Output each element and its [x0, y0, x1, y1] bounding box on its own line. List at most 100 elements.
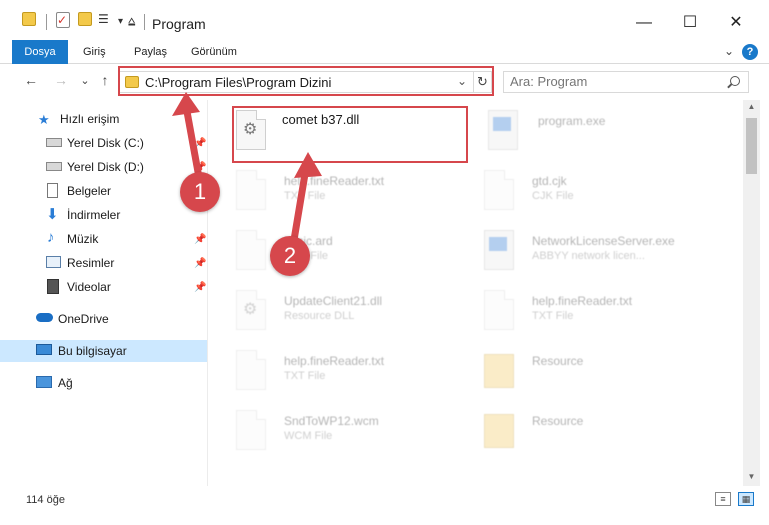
- help-icon[interactable]: ?: [742, 44, 758, 60]
- sidebar-item-pictures[interactable]: Resimler 📌: [0, 252, 207, 274]
- pin-icon[interactable]: 📌: [194, 282, 206, 293]
- pin-icon[interactable]: 📌: [194, 234, 206, 245]
- expand-ribbon-icon[interactable]: ⌄: [724, 44, 734, 58]
- file-type: TXT File: [284, 370, 326, 382]
- drive-icon: [46, 162, 62, 171]
- window-title: Program: [152, 16, 206, 32]
- file-item-txt[interactable]: help.fineReader.txt TXT File: [484, 290, 724, 346]
- back-button[interactable]: ←: [22, 72, 40, 88]
- vertical-scrollbar[interactable]: ▲ ▼: [743, 100, 760, 486]
- title-bar: ✓ ☰ ▾ ⩠ Program — ☐ ✕: [0, 0, 769, 40]
- folder-item-resource[interactable]: Resource: [484, 410, 724, 466]
- pictures-icon: [46, 256, 61, 268]
- large-icons-view-icon[interactable]: ▦: [738, 492, 754, 506]
- file-item-update-dll[interactable]: UpdateClient21.dll Resource DLL: [236, 290, 476, 346]
- file-type: Resource DLL: [284, 310, 355, 322]
- sidebar-item-local-disk-c[interactable]: Yerel Disk (C:) 📌: [0, 132, 207, 154]
- file-item-cjk[interactable]: gtd.cjk CJK File: [484, 170, 724, 226]
- sidebar-item-videos[interactable]: Videolar 📌: [0, 276, 207, 298]
- file-type: CJK File: [532, 190, 574, 202]
- download-icon: ⬇: [46, 206, 59, 223]
- sidebar-item-label: Hızlı erişim: [60, 112, 120, 126]
- file-item-license-server[interactable]: NetworkLicenseServer.exe ABBYY network l…: [484, 230, 724, 286]
- sidebar-item-onedrive[interactable]: OneDrive: [0, 308, 207, 330]
- search-box[interactable]: [503, 71, 749, 93]
- sidebar-item-music[interactable]: ♪ Müzik 📌: [0, 228, 207, 250]
- sidebar-item-quick-access[interactable]: ★ Hızlı erişim: [0, 108, 207, 130]
- sidebar-item-network[interactable]: Ağ: [0, 372, 207, 394]
- sidebar-item-documents[interactable]: Belgeler: [0, 180, 207, 202]
- folder-icon: [22, 12, 36, 26]
- file-name: help.fineReader.txt: [284, 174, 385, 188]
- tab-view[interactable]: Görünüm: [181, 40, 247, 64]
- video-icon: [47, 279, 59, 294]
- status-bar: 114 öğe ≡ ▦: [0, 486, 769, 525]
- tab-home[interactable]: Giriş: [73, 40, 116, 64]
- search-icon: [730, 76, 740, 86]
- computer-icon: [36, 344, 52, 355]
- view-options-icon[interactable]: ☰: [98, 12, 114, 26]
- file-name: UpdateClient21.dll: [284, 294, 383, 308]
- file-name: help.fineReader.txt: [284, 354, 385, 368]
- file-highlight-box: [232, 106, 468, 163]
- forward-button[interactable]: →: [52, 72, 70, 88]
- minimize-button[interactable]: —: [630, 10, 658, 38]
- file-item-txt[interactable]: help.fineReader.txt TXT File: [236, 170, 476, 226]
- item-count: 114 öğe: [26, 494, 65, 506]
- sidebar-item-downloads[interactable]: ⬇ İndirmeler: [0, 204, 207, 226]
- up-button[interactable]: ↑: [96, 72, 114, 88]
- file-name: gtd.cjk: [532, 174, 567, 188]
- scroll-down-icon[interactable]: ▼: [743, 472, 760, 484]
- properties-check-icon[interactable]: ✓: [56, 12, 70, 28]
- cloud-icon: [36, 313, 53, 322]
- file-name: program.exe: [538, 114, 606, 128]
- maximize-button[interactable]: ☐: [676, 10, 704, 38]
- sidebar-item-label: Ağ: [58, 376, 73, 390]
- new-folder-icon[interactable]: [78, 12, 92, 26]
- ard-file-icon: [236, 230, 266, 270]
- sidebar-item-label: Videolar: [67, 280, 111, 294]
- recent-locations-button[interactable]: ⌄: [76, 74, 94, 87]
- file-item-wcm[interactable]: SndToWP12.wcm WCM File: [236, 410, 476, 466]
- file-item-program-exe[interactable]: program.exe: [488, 110, 728, 166]
- exe-file-icon: [488, 110, 518, 150]
- star-icon: ★: [38, 112, 50, 127]
- separator: [144, 14, 145, 30]
- file-type: TXT File: [284, 190, 326, 202]
- txt-file-icon: [236, 170, 266, 210]
- search-input[interactable]: [510, 74, 710, 89]
- separator: [46, 14, 47, 30]
- sidebar-item-label: Bu bilgisayar: [58, 344, 127, 358]
- pin-icon[interactable]: 📌: [194, 138, 206, 149]
- documents-icon: [47, 183, 58, 198]
- sidebar-item-this-pc[interactable]: Bu bilgisayar: [0, 340, 207, 362]
- pin-icon[interactable]: 📌: [194, 258, 206, 269]
- tab-share[interactable]: Paylaş: [124, 40, 177, 64]
- txt-file-icon: [484, 290, 514, 330]
- scroll-up-icon[interactable]: ▲: [743, 102, 760, 114]
- network-icon: [36, 376, 52, 388]
- pin-icon[interactable]: 📌: [194, 162, 206, 173]
- file-name: Resource: [532, 414, 584, 428]
- address-highlight-box: [118, 66, 494, 96]
- music-icon: ♪: [47, 229, 55, 246]
- customize-toolbar-icon[interactable]: ⩠: [128, 12, 140, 30]
- details-view-icon[interactable]: ≡: [715, 492, 731, 506]
- folder-item-resource[interactable]: Resource: [484, 350, 724, 406]
- step-badge-2: 2: [270, 236, 310, 276]
- close-button[interactable]: ✕: [722, 10, 750, 38]
- sidebar-item-label: Resimler: [67, 256, 115, 270]
- folder-icon: [484, 354, 514, 388]
- ribbon-tabs: Dosya Giriş Paylaş Görünüm ⌄ ?: [0, 40, 769, 64]
- sidebar-item-label: OneDrive: [58, 312, 109, 326]
- chevron-down-icon[interactable]: ▾: [118, 12, 128, 30]
- tab-file[interactable]: Dosya: [12, 40, 68, 64]
- sidebar-item-label: Müzik: [67, 232, 99, 246]
- scroll-thumb[interactable]: [746, 118, 757, 174]
- exe-file-icon: [484, 230, 514, 270]
- step-badge-1: 1: [180, 172, 220, 212]
- file-type: ABBYY network licen...: [532, 250, 645, 262]
- sidebar-item-local-disk-d[interactable]: Yerel Disk (D:) 📌: [0, 156, 207, 178]
- sidebar-item-label: İndirmeler: [67, 208, 121, 222]
- file-item-txt[interactable]: help.fineReader.txt TXT File: [236, 350, 476, 406]
